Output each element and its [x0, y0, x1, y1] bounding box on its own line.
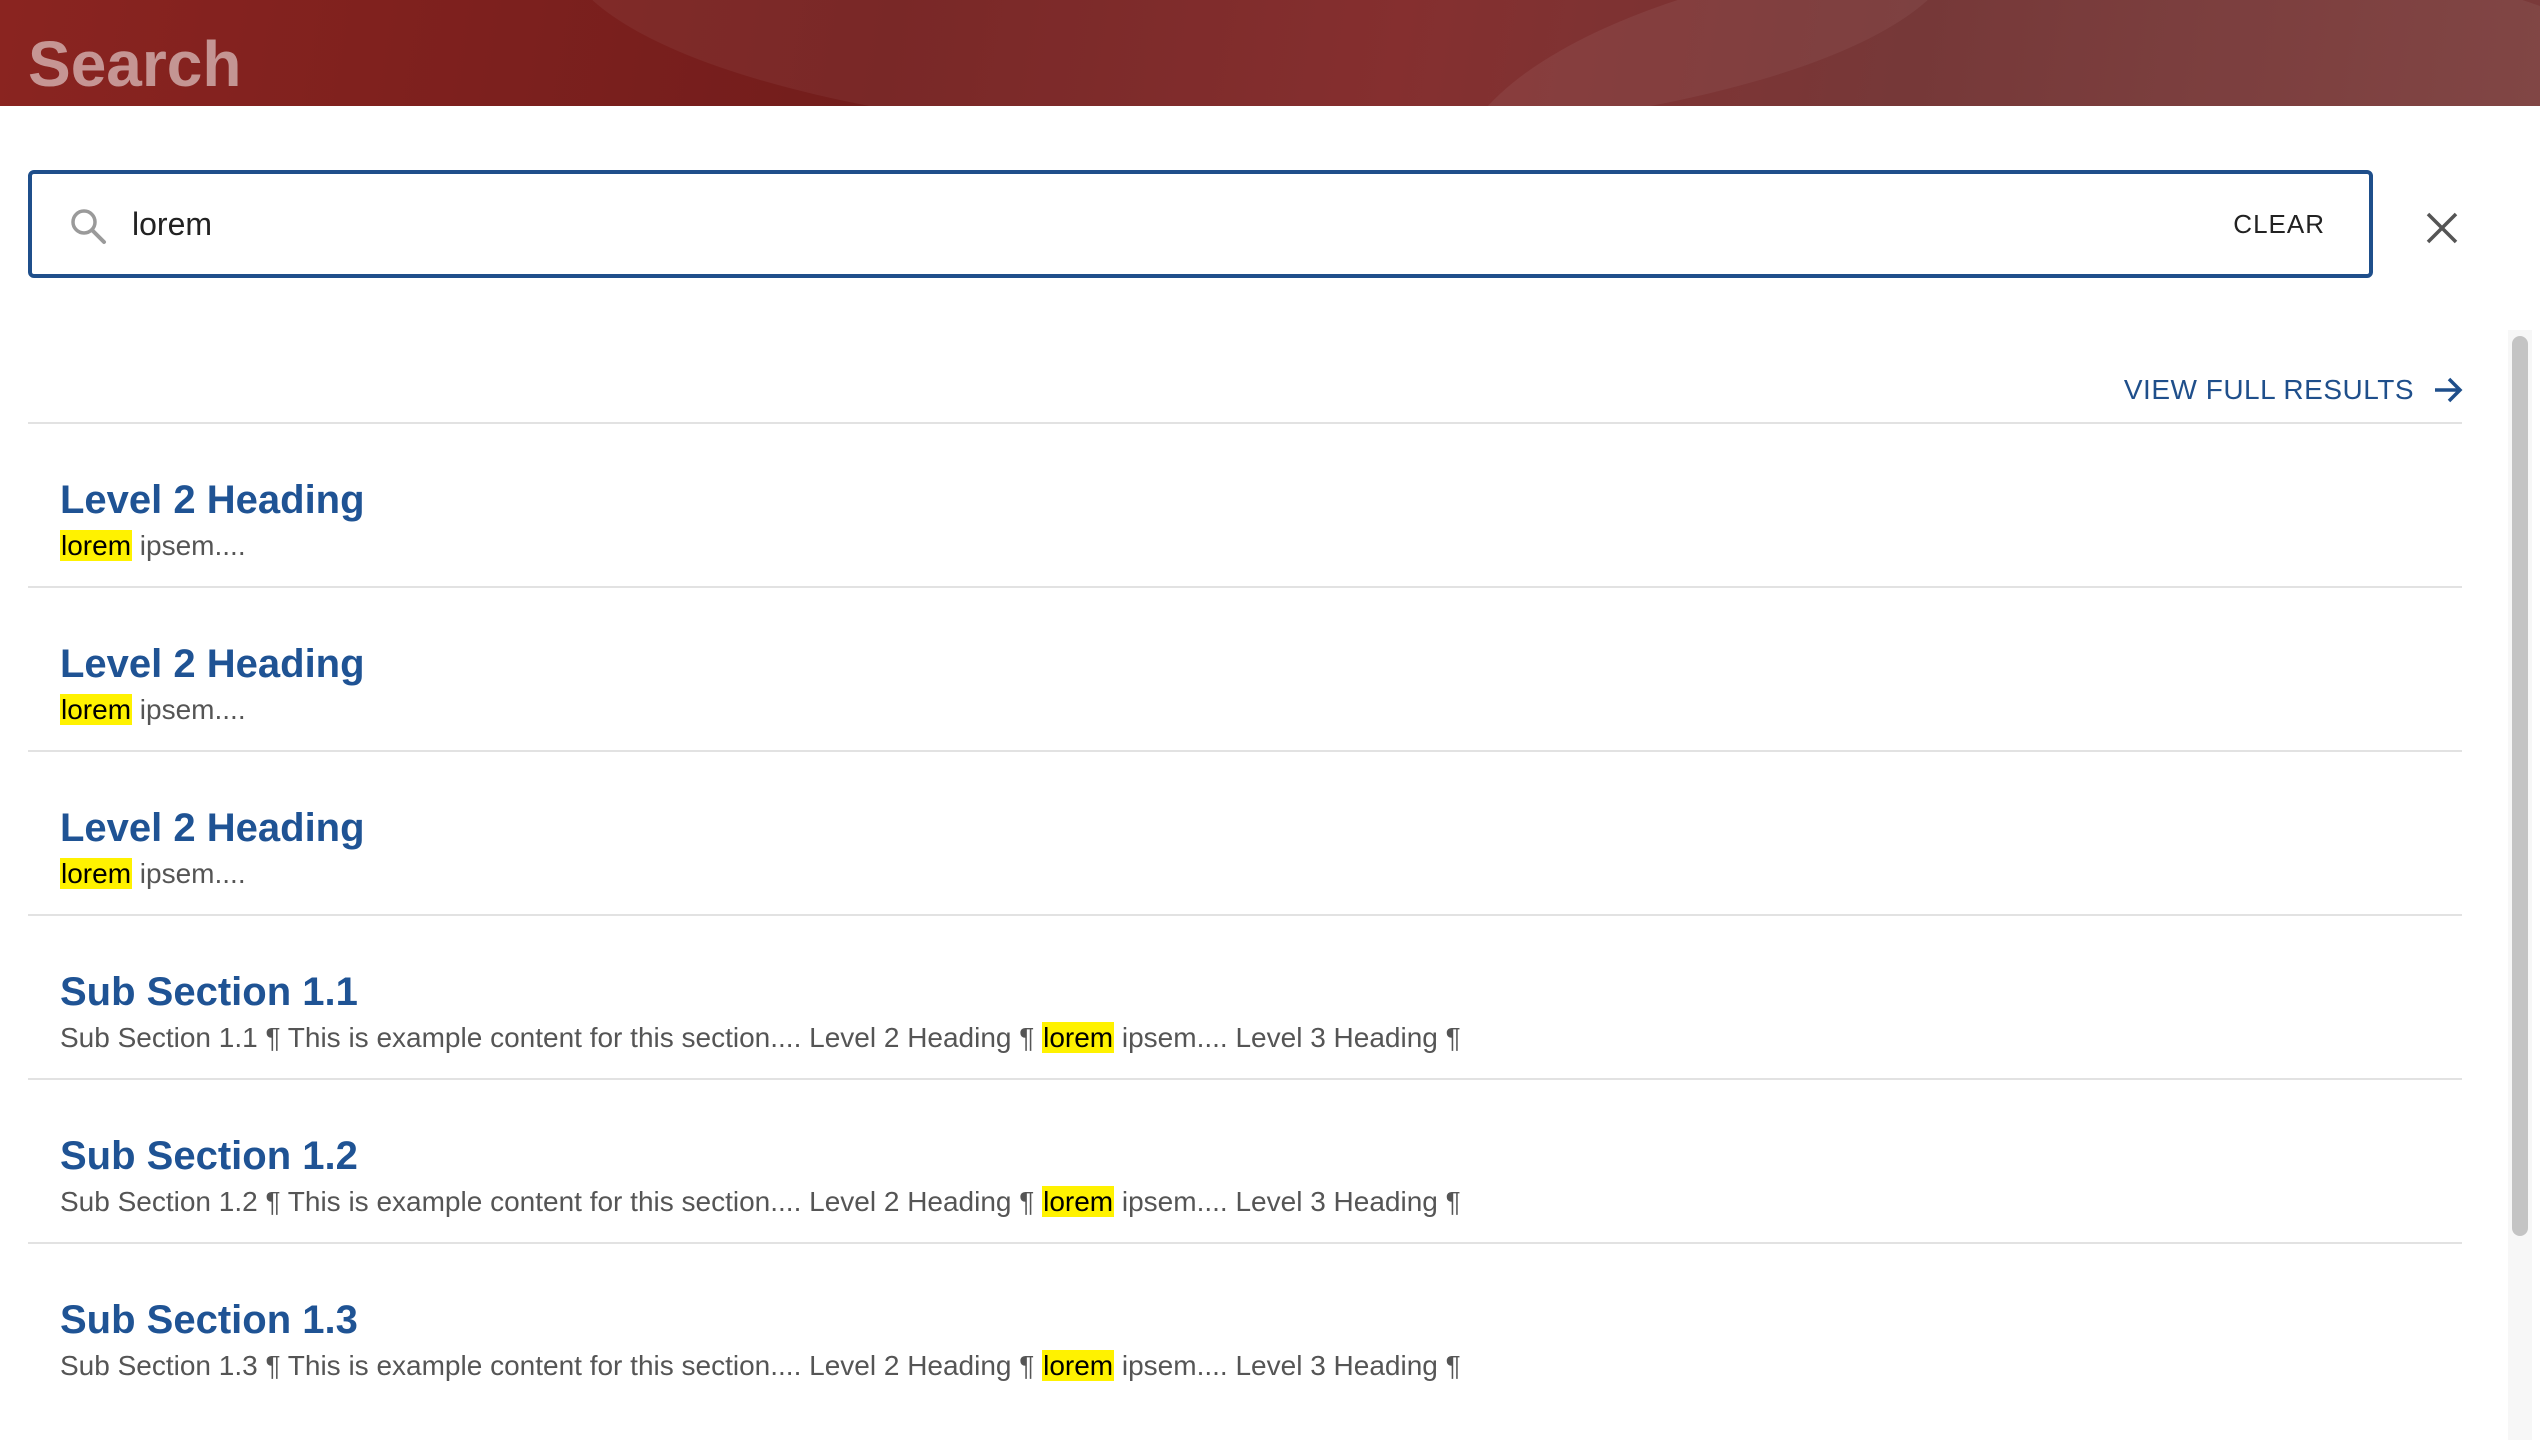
- snippet-text: ipsem.... Level 3 Heading ¶: [1114, 1350, 1461, 1381]
- search-panel: CLEAR VIEW FULL RESULTS Level 2 Heading …: [0, 106, 2540, 1440]
- snippet-text: ipsem.... Level 3 Heading ¶: [1114, 1022, 1461, 1053]
- search-results-list: Level 2 Heading lorem ipsem.... Level 2 …: [28, 422, 2462, 1406]
- clear-button[interactable]: CLEAR: [2233, 204, 2325, 244]
- match-highlight: lorem: [1042, 1350, 1115, 1381]
- result-title[interactable]: Sub Section 1.2: [60, 1132, 358, 1180]
- search-icon: [71, 209, 106, 244]
- result-title[interactable]: Level 2 Heading: [60, 476, 365, 524]
- search-result-item[interactable]: Sub Section 1.1 Sub Section 1.1 ¶ This i…: [28, 914, 2462, 1078]
- match-highlight: lorem: [60, 858, 133, 889]
- search-result-item[interactable]: Level 2 Heading lorem ipsem....: [28, 586, 2462, 750]
- arrow-right-icon: [2435, 377, 2463, 403]
- snippet-text: ipsem.... Level 3 Heading ¶: [1114, 1186, 1461, 1217]
- snippet-text: ipsem....: [132, 530, 246, 561]
- result-snippet: lorem ipsem....: [60, 688, 246, 732]
- view-full-results-label: VIEW FULL RESULTS: [2123, 374, 2414, 405]
- snippet-text: Sub Section 1.3 ¶ This is example conten…: [60, 1350, 1043, 1381]
- snippet-text: ipsem....: [132, 694, 246, 725]
- search-result-item[interactable]: Sub Section 1.2 Sub Section 1.2 ¶ This i…: [28, 1078, 2462, 1242]
- search-box[interactable]: CLEAR: [28, 170, 2373, 278]
- search-result-item[interactable]: Level 2 Heading lorem ipsem....: [28, 422, 2462, 586]
- scrollbar-thumb[interactable]: [2512, 336, 2528, 1236]
- close-icon[interactable]: [2420, 206, 2464, 250]
- snippet-text: Sub Section 1.2 ¶ This is example conten…: [60, 1186, 1043, 1217]
- result-snippet: lorem ipsem....: [60, 852, 246, 896]
- page-header-banner: Search: [0, 0, 2540, 106]
- result-snippet: Sub Section 1.1 ¶ This is example conten…: [60, 1016, 1461, 1060]
- match-highlight: lorem: [1042, 1022, 1115, 1053]
- search-result-item[interactable]: Sub Section 1.3 Sub Section 1.3 ¶ This i…: [28, 1242, 2462, 1406]
- page-title: Search: [28, 28, 242, 100]
- match-highlight: lorem: [60, 694, 133, 725]
- match-highlight: lorem: [1042, 1186, 1115, 1217]
- snippet-text: ipsem....: [132, 858, 246, 889]
- result-title[interactable]: Level 2 Heading: [60, 804, 365, 852]
- result-title[interactable]: Sub Section 1.3: [60, 1296, 358, 1344]
- result-snippet: Sub Section 1.2 ¶ This is example conten…: [60, 1180, 1461, 1224]
- search-input[interactable]: [132, 196, 2132, 252]
- result-title[interactable]: Level 2 Heading: [60, 640, 365, 688]
- result-title[interactable]: Sub Section 1.1: [60, 968, 358, 1016]
- match-highlight: lorem: [60, 530, 133, 561]
- view-full-results-link[interactable]: VIEW FULL RESULTS: [2124, 370, 2464, 410]
- search-result-item[interactable]: Level 2 Heading lorem ipsem....: [28, 750, 2462, 914]
- snippet-text: Sub Section 1.1 ¶ This is example conten…: [60, 1022, 1043, 1053]
- result-snippet: lorem ipsem....: [60, 524, 246, 568]
- result-snippet: Sub Section 1.3 ¶ This is example conten…: [60, 1344, 1461, 1388]
